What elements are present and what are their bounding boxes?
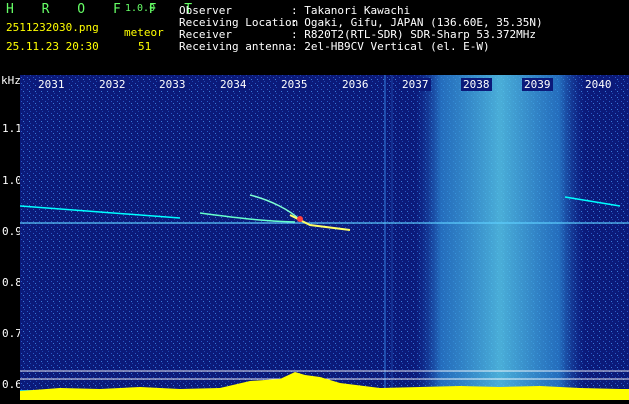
file-name: 2511232030.png	[6, 21, 99, 34]
freq-tick: 0.7	[2, 327, 22, 340]
app-title: H R O F F T	[6, 2, 203, 17]
axis-unit: kHz	[1, 74, 21, 87]
freq-tick: 0.9	[2, 225, 22, 238]
mode-label: meteor	[124, 26, 164, 39]
time-tick: 2037	[400, 78, 431, 91]
app-version: 1.0.0	[125, 3, 156, 14]
date-time: 25.11.23 20:30	[6, 40, 99, 53]
time-tick: 2040	[583, 78, 614, 91]
time-tick: 2039	[522, 78, 553, 91]
meteor-head	[297, 216, 303, 222]
frequency-axis: kHz 1.1 1.0 0.9 0.8 0.7 0.6	[0, 74, 22, 400]
spectrogram	[19, 75, 629, 400]
interference-band	[415, 75, 585, 390]
antenna-value: : 2el-HB9CV Vertical (el. E-W)	[291, 40, 490, 53]
time-tick: 2035	[279, 78, 310, 91]
spectrogram-canvas	[19, 75, 629, 400]
freq-tick: 1.1	[2, 122, 22, 135]
time-tick: 2034	[218, 78, 249, 91]
freq-tick: 0.6	[2, 378, 22, 391]
header-panel: H R O F F T 1.0.0 2511232030.png 25.11.2…	[0, 0, 629, 75]
time-tick: 2038	[461, 78, 492, 91]
freq-tick: 0.8	[2, 276, 22, 289]
time-tick: 2031	[36, 78, 67, 91]
time-tick: 2032	[97, 78, 128, 91]
time-tick: 2033	[157, 78, 188, 91]
antenna-label: Receiving antenna	[179, 40, 292, 53]
meteor-count: 51	[138, 40, 152, 53]
freq-tick: 1.0	[2, 174, 22, 187]
time-tick: 2036	[340, 78, 371, 91]
